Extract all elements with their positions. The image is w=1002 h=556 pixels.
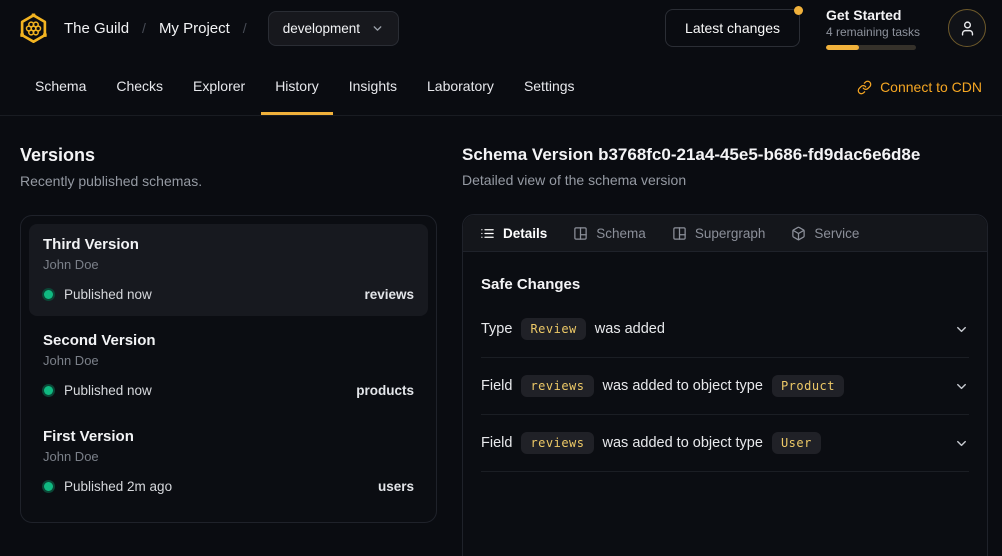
progress-track: [826, 45, 916, 50]
breadcrumb-org[interactable]: The Guild: [64, 20, 129, 37]
change-middle: was added: [595, 321, 665, 337]
published-label: Published now: [64, 287, 152, 302]
target-dropdown-value: development: [283, 21, 360, 36]
breadcrumb: The Guild / My Project / development: [64, 11, 399, 46]
change-row[interactable]: Type Review was added: [481, 301, 969, 358]
change-middle: was added to object type: [603, 378, 763, 394]
topbar-right: Latest changes Get Started 4 remaining t…: [665, 7, 986, 50]
safe-changes-title: Safe Changes: [481, 276, 969, 293]
tab-label: Service: [814, 226, 859, 241]
change-code: Review: [521, 318, 585, 340]
tab-insights[interactable]: Insights: [335, 56, 411, 115]
tab-laboratory[interactable]: Laboratory: [413, 56, 508, 115]
chevron-down-icon: [371, 22, 384, 35]
tab-history[interactable]: History: [261, 56, 333, 115]
chevron-down-icon[interactable]: [954, 436, 969, 451]
tab-settings[interactable]: Settings: [510, 56, 589, 115]
panels-icon: [573, 226, 588, 241]
breadcrumb-separator: /: [142, 20, 146, 36]
tab-supergraph[interactable]: Supergraph: [672, 226, 766, 241]
tab-checks[interactable]: Checks: [102, 56, 177, 115]
tab-explorer[interactable]: Explorer: [179, 56, 259, 115]
versions-title: Versions: [20, 145, 437, 166]
status-dot-icon: [44, 290, 53, 299]
hive-logo-icon[interactable]: [17, 12, 50, 45]
tab-label: Schema: [596, 226, 646, 241]
version-name: Second Version: [43, 332, 414, 349]
version-author: John Doe: [43, 257, 414, 272]
change-code: Product: [772, 375, 844, 397]
top-bar: The Guild / My Project / development Lat…: [0, 0, 1002, 56]
change-code: reviews: [521, 432, 593, 454]
version-author: John Doe: [43, 449, 414, 464]
change-middle: was added to object type: [603, 435, 763, 451]
link-icon: [857, 80, 872, 95]
tab-label: Supergraph: [695, 226, 766, 241]
main-nav: Schema Checks Explorer History Insights …: [0, 56, 1002, 116]
version-item[interactable]: First Version John Doe Published 2m ago …: [29, 416, 428, 508]
cube-icon: [791, 226, 806, 241]
list-icon: [480, 226, 495, 241]
chevron-down-icon[interactable]: [954, 379, 969, 394]
change-row[interactable]: Field reviews was added to object type U…: [481, 415, 969, 472]
change-code: User: [772, 432, 821, 454]
chevron-down-icon[interactable]: [954, 322, 969, 337]
change-code: reviews: [521, 375, 593, 397]
published-label: Published now: [64, 383, 152, 398]
status-dot-icon: [44, 482, 53, 491]
status-dot-icon: [44, 386, 53, 395]
connect-to-cdn-label: Connect to CDN: [880, 79, 982, 95]
get-started-title: Get Started: [826, 7, 922, 23]
version-name: Third Version: [43, 236, 414, 253]
tab-details[interactable]: Details: [480, 226, 547, 241]
avatar-button[interactable]: [948, 9, 986, 47]
target-dropdown[interactable]: development: [268, 11, 399, 46]
breadcrumb-separator: /: [243, 20, 247, 36]
schema-version-card: Details Schema Supergraph: [462, 214, 988, 556]
notification-dot: [794, 6, 803, 15]
schema-version-panel: Schema Version b3768fc0-21a4-45e5-b686-f…: [462, 145, 988, 556]
schema-version-subtitle: Detailed view of the schema version: [462, 172, 988, 188]
progress-fill: [826, 45, 859, 50]
detail-tabstrip: Details Schema Supergraph: [463, 215, 987, 252]
tab-schema-view[interactable]: Schema: [573, 226, 646, 241]
tab-schema[interactable]: Schema: [21, 56, 100, 115]
panels-icon: [672, 226, 687, 241]
versions-subtitle: Recently published schemas.: [20, 173, 437, 189]
version-author: John Doe: [43, 353, 414, 368]
version-name: First Version: [43, 428, 414, 445]
published-label: Published 2m ago: [64, 479, 172, 494]
latest-changes-label: Latest changes: [685, 20, 780, 36]
breadcrumb-project[interactable]: My Project: [159, 20, 230, 37]
version-meta: Published 2m ago users: [43, 479, 414, 494]
versions-panel: Versions Recently published schemas. Thi…: [20, 145, 437, 556]
version-item[interactable]: Second Version John Doe Published now pr…: [29, 320, 428, 412]
service-name: users: [378, 479, 414, 494]
get-started-widget[interactable]: Get Started 4 remaining tasks: [826, 7, 922, 50]
service-name: reviews: [364, 287, 414, 302]
service-name: products: [356, 383, 414, 398]
user-icon: [959, 20, 976, 37]
version-meta: Published now reviews: [43, 287, 414, 302]
change-prefix: Field: [481, 378, 512, 394]
change-prefix: Type: [481, 321, 512, 337]
tab-service[interactable]: Service: [791, 226, 859, 241]
latest-changes-button[interactable]: Latest changes: [665, 9, 800, 47]
change-row[interactable]: Field reviews was added to object type P…: [481, 358, 969, 415]
versions-list: Third Version John Doe Published now rev…: [20, 215, 437, 523]
changes-body: Safe Changes Type Review was added Field…: [463, 252, 987, 472]
schema-version-title: Schema Version b3768fc0-21a4-45e5-b686-f…: [462, 145, 988, 165]
tab-label: Details: [503, 226, 547, 241]
connect-to-cdn-link[interactable]: Connect to CDN: [857, 56, 982, 115]
version-meta: Published now products: [43, 383, 414, 398]
change-prefix: Field: [481, 435, 512, 451]
main-content: Versions Recently published schemas. Thi…: [0, 116, 1002, 556]
version-item[interactable]: Third Version John Doe Published now rev…: [29, 224, 428, 316]
get-started-subtitle: 4 remaining tasks: [826, 25, 922, 39]
